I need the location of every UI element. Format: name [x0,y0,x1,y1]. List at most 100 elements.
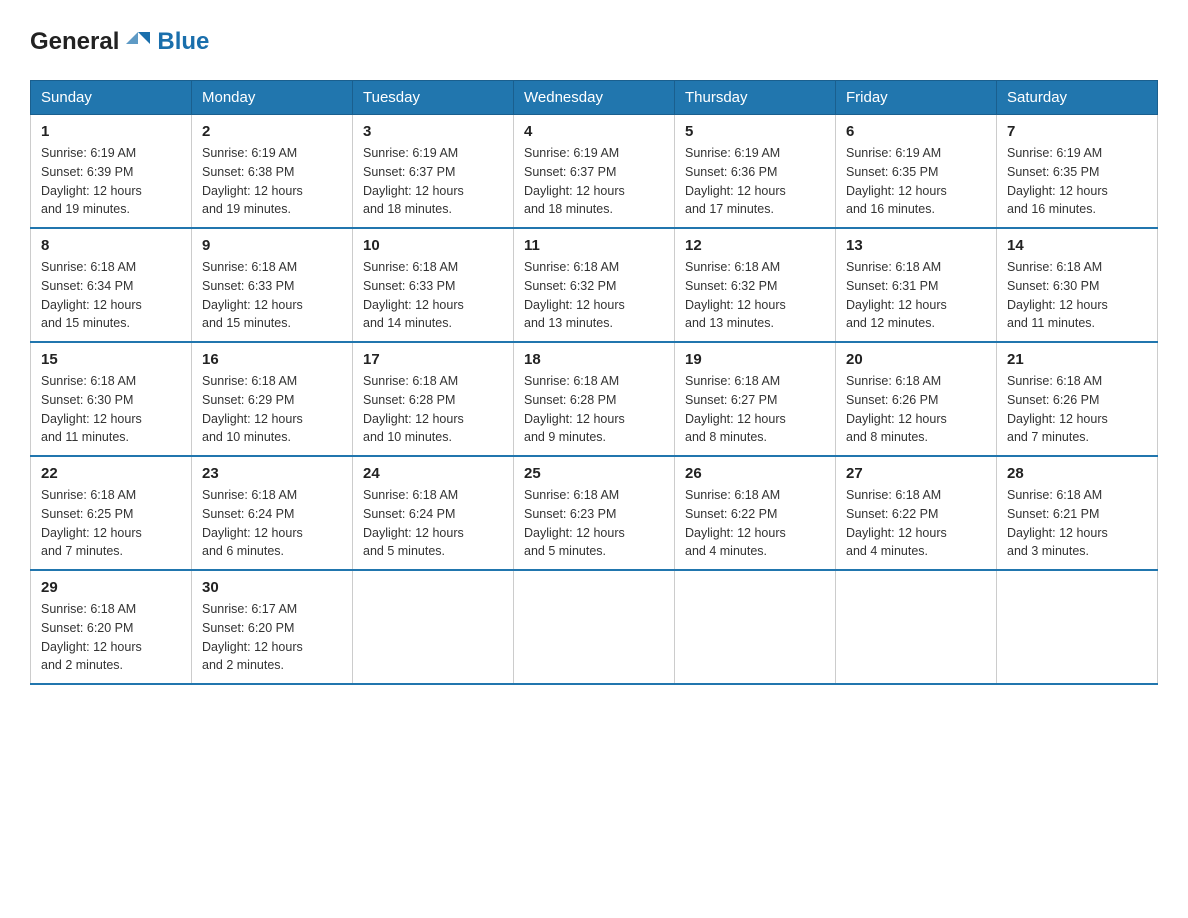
day-info: Sunrise: 6:18 AM Sunset: 6:32 PM Dayligh… [524,258,664,333]
header-row: SundayMondayTuesdayWednesdayThursdayFrid… [31,81,1158,115]
day-number: 1 [41,123,181,140]
calendar-cell: 7 Sunrise: 6:19 AM Sunset: 6:35 PM Dayli… [997,115,1158,229]
day-number: 12 [685,237,825,254]
calendar-cell: 12 Sunrise: 6:18 AM Sunset: 6:32 PM Dayl… [675,228,836,342]
day-number: 14 [1007,237,1147,254]
calendar-cell: 27 Sunrise: 6:18 AM Sunset: 6:22 PM Dayl… [836,456,997,570]
logo: General Blue [30,24,209,60]
day-number: 3 [363,123,503,140]
day-info: Sunrise: 6:18 AM Sunset: 6:24 PM Dayligh… [363,486,503,561]
calendar-cell: 3 Sunrise: 6:19 AM Sunset: 6:37 PM Dayli… [353,115,514,229]
day-number: 30 [202,579,342,596]
day-number: 27 [846,465,986,482]
day-number: 15 [41,351,181,368]
calendar-cell: 13 Sunrise: 6:18 AM Sunset: 6:31 PM Dayl… [836,228,997,342]
day-number: 17 [363,351,503,368]
calendar-cell [836,570,997,684]
calendar-cell: 26 Sunrise: 6:18 AM Sunset: 6:22 PM Dayl… [675,456,836,570]
week-row-5: 29 Sunrise: 6:18 AM Sunset: 6:20 PM Dayl… [31,570,1158,684]
calendar-cell: 2 Sunrise: 6:19 AM Sunset: 6:38 PM Dayli… [192,115,353,229]
day-info: Sunrise: 6:19 AM Sunset: 6:37 PM Dayligh… [363,144,503,219]
day-number: 11 [524,237,664,254]
week-row-3: 15 Sunrise: 6:18 AM Sunset: 6:30 PM Dayl… [31,342,1158,456]
day-info: Sunrise: 6:18 AM Sunset: 6:20 PM Dayligh… [41,600,181,675]
calendar-cell: 11 Sunrise: 6:18 AM Sunset: 6:32 PM Dayl… [514,228,675,342]
week-row-4: 22 Sunrise: 6:18 AM Sunset: 6:25 PM Dayl… [31,456,1158,570]
day-info: Sunrise: 6:18 AM Sunset: 6:26 PM Dayligh… [846,372,986,447]
day-info: Sunrise: 6:18 AM Sunset: 6:31 PM Dayligh… [846,258,986,333]
day-info: Sunrise: 6:18 AM Sunset: 6:25 PM Dayligh… [41,486,181,561]
day-info: Sunrise: 6:19 AM Sunset: 6:35 PM Dayligh… [846,144,986,219]
calendar-cell: 6 Sunrise: 6:19 AM Sunset: 6:35 PM Dayli… [836,115,997,229]
day-number: 28 [1007,465,1147,482]
day-number: 10 [363,237,503,254]
calendar-cell: 30 Sunrise: 6:17 AM Sunset: 6:20 PM Dayl… [192,570,353,684]
calendar-cell: 17 Sunrise: 6:18 AM Sunset: 6:28 PM Dayl… [353,342,514,456]
day-info: Sunrise: 6:18 AM Sunset: 6:28 PM Dayligh… [363,372,503,447]
day-info: Sunrise: 6:18 AM Sunset: 6:24 PM Dayligh… [202,486,342,561]
calendar-cell: 21 Sunrise: 6:18 AM Sunset: 6:26 PM Dayl… [997,342,1158,456]
calendar-cell: 14 Sunrise: 6:18 AM Sunset: 6:30 PM Dayl… [997,228,1158,342]
day-number: 21 [1007,351,1147,368]
day-info: Sunrise: 6:19 AM Sunset: 6:39 PM Dayligh… [41,144,181,219]
calendar-cell: 29 Sunrise: 6:18 AM Sunset: 6:20 PM Dayl… [31,570,192,684]
header-tuesday: Tuesday [353,81,514,115]
calendar-cell: 20 Sunrise: 6:18 AM Sunset: 6:26 PM Dayl… [836,342,997,456]
calendar-header: SundayMondayTuesdayWednesdayThursdayFrid… [31,81,1158,115]
day-number: 20 [846,351,986,368]
week-row-1: 1 Sunrise: 6:19 AM Sunset: 6:39 PM Dayli… [31,115,1158,229]
calendar-cell [514,570,675,684]
header-sunday: Sunday [31,81,192,115]
day-info: Sunrise: 6:18 AM Sunset: 6:23 PM Dayligh… [524,486,664,561]
day-info: Sunrise: 6:19 AM Sunset: 6:36 PM Dayligh… [685,144,825,219]
day-info: Sunrise: 6:18 AM Sunset: 6:21 PM Dayligh… [1007,486,1147,561]
day-number: 13 [846,237,986,254]
calendar-cell [675,570,836,684]
day-info: Sunrise: 6:19 AM Sunset: 6:35 PM Dayligh… [1007,144,1147,219]
calendar-table: SundayMondayTuesdayWednesdayThursdayFrid… [30,80,1158,685]
calendar-cell [997,570,1158,684]
day-number: 2 [202,123,342,140]
calendar-cell: 18 Sunrise: 6:18 AM Sunset: 6:28 PM Dayl… [514,342,675,456]
calendar-cell: 10 Sunrise: 6:18 AM Sunset: 6:33 PM Dayl… [353,228,514,342]
day-number: 18 [524,351,664,368]
header-thursday: Thursday [675,81,836,115]
calendar-cell: 8 Sunrise: 6:18 AM Sunset: 6:34 PM Dayli… [31,228,192,342]
day-number: 9 [202,237,342,254]
day-number: 7 [1007,123,1147,140]
day-info: Sunrise: 6:18 AM Sunset: 6:30 PM Dayligh… [1007,258,1147,333]
calendar-body: 1 Sunrise: 6:19 AM Sunset: 6:39 PM Dayli… [31,115,1158,685]
calendar-cell: 19 Sunrise: 6:18 AM Sunset: 6:27 PM Dayl… [675,342,836,456]
day-info: Sunrise: 6:18 AM Sunset: 6:33 PM Dayligh… [363,258,503,333]
day-number: 22 [41,465,181,482]
day-info: Sunrise: 6:19 AM Sunset: 6:37 PM Dayligh… [524,144,664,219]
header-monday: Monday [192,81,353,115]
calendar-cell: 1 Sunrise: 6:19 AM Sunset: 6:39 PM Dayli… [31,115,192,229]
day-info: Sunrise: 6:18 AM Sunset: 6:22 PM Dayligh… [685,486,825,561]
day-number: 19 [685,351,825,368]
calendar-cell: 9 Sunrise: 6:18 AM Sunset: 6:33 PM Dayli… [192,228,353,342]
header-wednesday: Wednesday [514,81,675,115]
calendar-cell: 16 Sunrise: 6:18 AM Sunset: 6:29 PM Dayl… [192,342,353,456]
header-friday: Friday [836,81,997,115]
day-info: Sunrise: 6:18 AM Sunset: 6:28 PM Dayligh… [524,372,664,447]
page-header: General Blue [30,24,1158,60]
calendar-cell [353,570,514,684]
day-info: Sunrise: 6:18 AM Sunset: 6:29 PM Dayligh… [202,372,342,447]
day-number: 5 [685,123,825,140]
day-info: Sunrise: 6:18 AM Sunset: 6:32 PM Dayligh… [685,258,825,333]
day-info: Sunrise: 6:17 AM Sunset: 6:20 PM Dayligh… [202,600,342,675]
day-info: Sunrise: 6:18 AM Sunset: 6:27 PM Dayligh… [685,372,825,447]
day-number: 29 [41,579,181,596]
day-info: Sunrise: 6:19 AM Sunset: 6:38 PM Dayligh… [202,144,342,219]
day-info: Sunrise: 6:18 AM Sunset: 6:33 PM Dayligh… [202,258,342,333]
calendar-cell: 28 Sunrise: 6:18 AM Sunset: 6:21 PM Dayl… [997,456,1158,570]
day-number: 25 [524,465,664,482]
calendar-cell: 23 Sunrise: 6:18 AM Sunset: 6:24 PM Dayl… [192,456,353,570]
calendar-cell: 22 Sunrise: 6:18 AM Sunset: 6:25 PM Dayl… [31,456,192,570]
day-info: Sunrise: 6:18 AM Sunset: 6:26 PM Dayligh… [1007,372,1147,447]
calendar-cell: 25 Sunrise: 6:18 AM Sunset: 6:23 PM Dayl… [514,456,675,570]
day-number: 26 [685,465,825,482]
day-info: Sunrise: 6:18 AM Sunset: 6:30 PM Dayligh… [41,372,181,447]
day-number: 6 [846,123,986,140]
